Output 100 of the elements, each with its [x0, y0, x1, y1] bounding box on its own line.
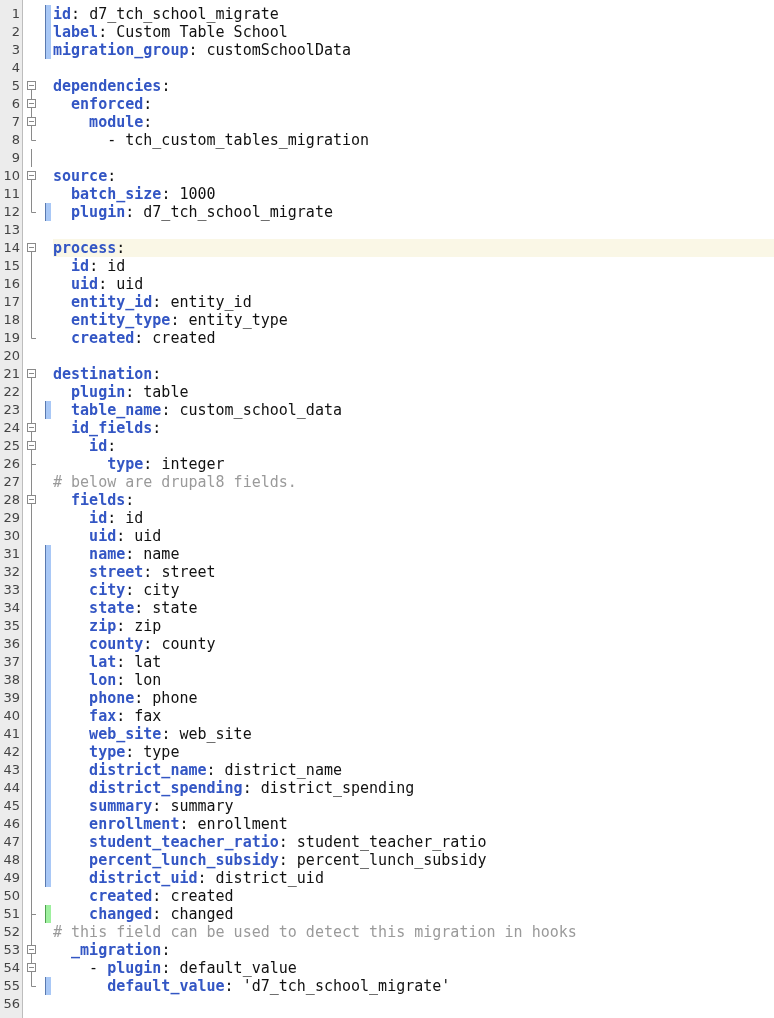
fold-collapse-icon[interactable] — [27, 243, 36, 257]
punctuation: : — [143, 113, 153, 131]
yaml-value: uid — [116, 275, 144, 293]
line-number: 19 — [2, 329, 21, 347]
fold-collapse-icon[interactable] — [27, 959, 36, 977]
yaml-key: district_uid — [53, 869, 198, 887]
line-number: 35 — [2, 617, 21, 635]
line-number: 22 — [2, 383, 21, 401]
line-number: 32 — [2, 563, 21, 581]
yaml-value: custom_school_data — [179, 401, 342, 419]
fold-collapse-icon[interactable] — [27, 941, 36, 959]
punctuation: : — [116, 617, 127, 635]
yaml-key: county — [53, 635, 144, 653]
yaml-value: state — [152, 599, 198, 617]
line-number: 3 — [10, 41, 21, 59]
line-number: 49 — [2, 869, 21, 887]
punctuation: : — [170, 311, 181, 329]
punctuation: : — [125, 743, 136, 761]
punctuation: : — [152, 797, 163, 815]
yaml-key: lat — [53, 653, 117, 671]
line-number: 54 — [2, 959, 21, 977]
yaml-value: table — [143, 383, 189, 401]
punctuation: : — [89, 257, 100, 275]
yaml-key: enforced — [53, 95, 144, 113]
yaml-value: district_spending — [260, 779, 415, 797]
yaml-value: type — [143, 743, 180, 761]
line-number: 51 — [2, 905, 21, 923]
fold-collapse-icon[interactable] — [27, 81, 36, 95]
yaml-key: id_fields — [53, 419, 153, 437]
yaml-value: enrollment — [197, 815, 288, 833]
fold-collapse-icon[interactable] — [27, 171, 36, 185]
yaml-key: web_site — [53, 725, 162, 743]
punctuation: - — [88, 959, 100, 977]
punctuation: : — [125, 545, 136, 563]
fold-collapse-icon[interactable] — [27, 419, 36, 437]
line-number: 45 — [2, 797, 21, 815]
punctuation: : — [206, 761, 217, 779]
fold-collapse-icon[interactable] — [27, 113, 36, 131]
fold-collapse-icon[interactable] — [27, 369, 36, 383]
punctuation: : — [134, 329, 145, 347]
line-number: 33 — [2, 581, 21, 599]
code-comment: # this field can be used to detect this migration in hooks — [53, 923, 577, 941]
punctuation: : — [161, 185, 172, 203]
yaml-value: phone — [152, 689, 198, 707]
yaml-value: default_value — [179, 959, 297, 977]
line-number: 41 — [2, 725, 21, 743]
line-number: 53 — [2, 941, 21, 959]
punctuation: : — [152, 905, 163, 923]
punctuation: : — [143, 563, 154, 581]
yaml-key: process — [53, 239, 117, 257]
yaml-key: fields — [53, 491, 126, 509]
yaml-value: created — [152, 329, 216, 347]
yaml-key: street — [53, 563, 144, 581]
yaml-key: created — [53, 329, 135, 347]
yaml-value: entity_id — [170, 293, 252, 311]
fold-collapse-icon[interactable] — [27, 95, 36, 113]
yaml-key: changed — [53, 905, 153, 923]
line-number: 46 — [2, 815, 21, 833]
line-number: 20 — [2, 347, 21, 365]
yaml-value: 'd7_tch_school_migrate' — [242, 977, 451, 995]
punctuation: : — [188, 41, 199, 59]
yaml-key: district_spending — [53, 779, 243, 797]
yaml-key: phone — [53, 689, 135, 707]
punctuation: : — [116, 527, 127, 545]
fold-collapse-icon[interactable] — [27, 491, 36, 509]
punctuation: : — [125, 491, 135, 509]
line-number: 14 — [2, 239, 21, 257]
line-number: 15 — [2, 257, 21, 275]
yaml-value: id — [125, 509, 144, 527]
yaml-key: destination — [53, 365, 153, 383]
line-number: 37 — [2, 653, 21, 671]
fold-collapse-icon[interactable] — [27, 437, 36, 455]
line-number: 52 — [2, 923, 21, 941]
line-number: 44 — [2, 779, 21, 797]
yaml-value: changed — [170, 905, 234, 923]
punctuation: : — [224, 977, 235, 995]
line-number: 2 — [10, 23, 21, 41]
yaml-key: summary — [53, 797, 153, 815]
line-number: 16 — [2, 275, 21, 293]
punctuation: : — [278, 833, 289, 851]
punctuation: : — [152, 365, 162, 383]
line-number: 6 — [10, 95, 21, 113]
line-number: 38 — [2, 671, 21, 689]
line-number: 27 — [2, 473, 21, 491]
line-number: 28 — [2, 491, 21, 509]
yaml-value: id — [107, 257, 126, 275]
yaml-value: lon — [134, 671, 162, 689]
yaml-key: id — [53, 437, 108, 455]
yaml-value: created — [170, 887, 234, 905]
punctuation: : — [143, 95, 153, 113]
yaml-value: fax — [134, 707, 162, 725]
line-number: 4 — [10, 59, 21, 77]
line-number: 56 — [2, 995, 21, 1013]
punctuation: : — [134, 689, 145, 707]
line-number: 25 — [2, 437, 21, 455]
yaml-value: - tch_custom_tables_migration — [106, 131, 370, 149]
line-number: 36 — [2, 635, 21, 653]
yaml-key: type — [53, 743, 126, 761]
yaml-key: id — [53, 257, 90, 275]
line-number: 50 — [2, 887, 21, 905]
